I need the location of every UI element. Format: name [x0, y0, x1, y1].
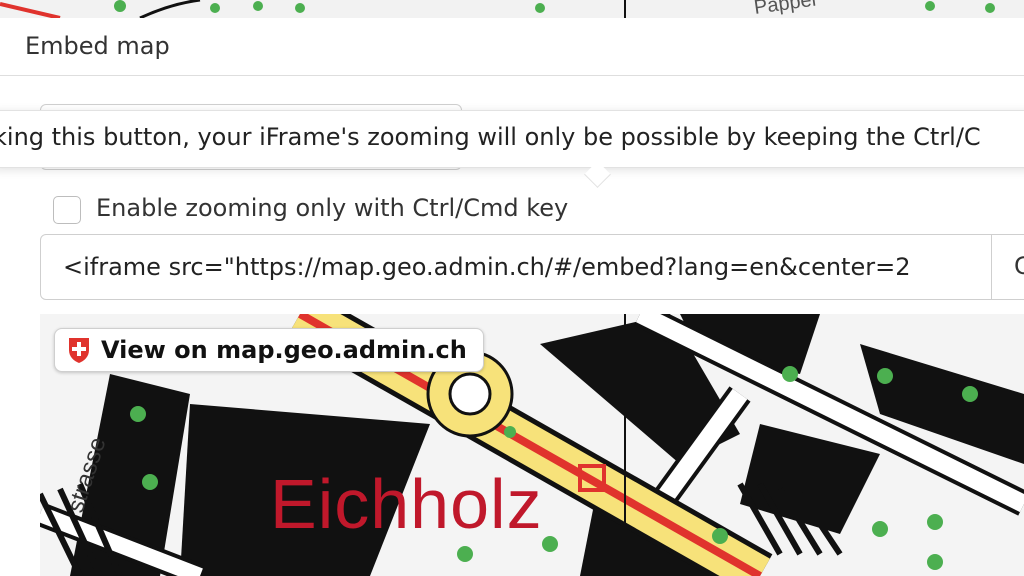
background-map-graphic: Pappel — [0, 0, 1024, 18]
modal-title: Embed map — [25, 32, 170, 60]
background-map: Pappel — [0, 0, 1024, 18]
embed-map-modal: Embed map king this button, your iFrame'… — [0, 18, 1024, 576]
tooltip-text: king this button, your iFrame's zooming … — [0, 123, 981, 151]
zoom-tooltip: king this button, your iFrame's zooming … — [0, 110, 1024, 168]
copy-button-label: C — [1014, 252, 1024, 280]
zoom-checkbox-label[interactable]: Enable zooming only with Ctrl/Cmd key — [96, 194, 568, 222]
view-on-map-link[interactable]: View on map.geo.admin.ch — [54, 328, 484, 372]
view-on-map-label: View on map.geo.admin.ch — [101, 336, 467, 364]
map-preview[interactable]: strasse Eichholz View on map.geo.admin.c… — [40, 314, 1024, 576]
swiss-cross-shield-icon — [67, 336, 91, 364]
place-label: Eichholz — [270, 465, 543, 543]
modal-header: Embed map — [0, 18, 1024, 76]
zoom-checkbox[interactable] — [53, 196, 81, 224]
copy-button[interactable]: C — [991, 235, 1024, 299]
embed-code-group: <iframe src="https://map.geo.admin.ch/#/… — [40, 234, 1024, 300]
embed-code-field[interactable]: <iframe src="https://map.geo.admin.ch/#/… — [41, 235, 991, 299]
embed-code-text: <iframe src="https://map.geo.admin.ch/#/… — [63, 253, 911, 281]
